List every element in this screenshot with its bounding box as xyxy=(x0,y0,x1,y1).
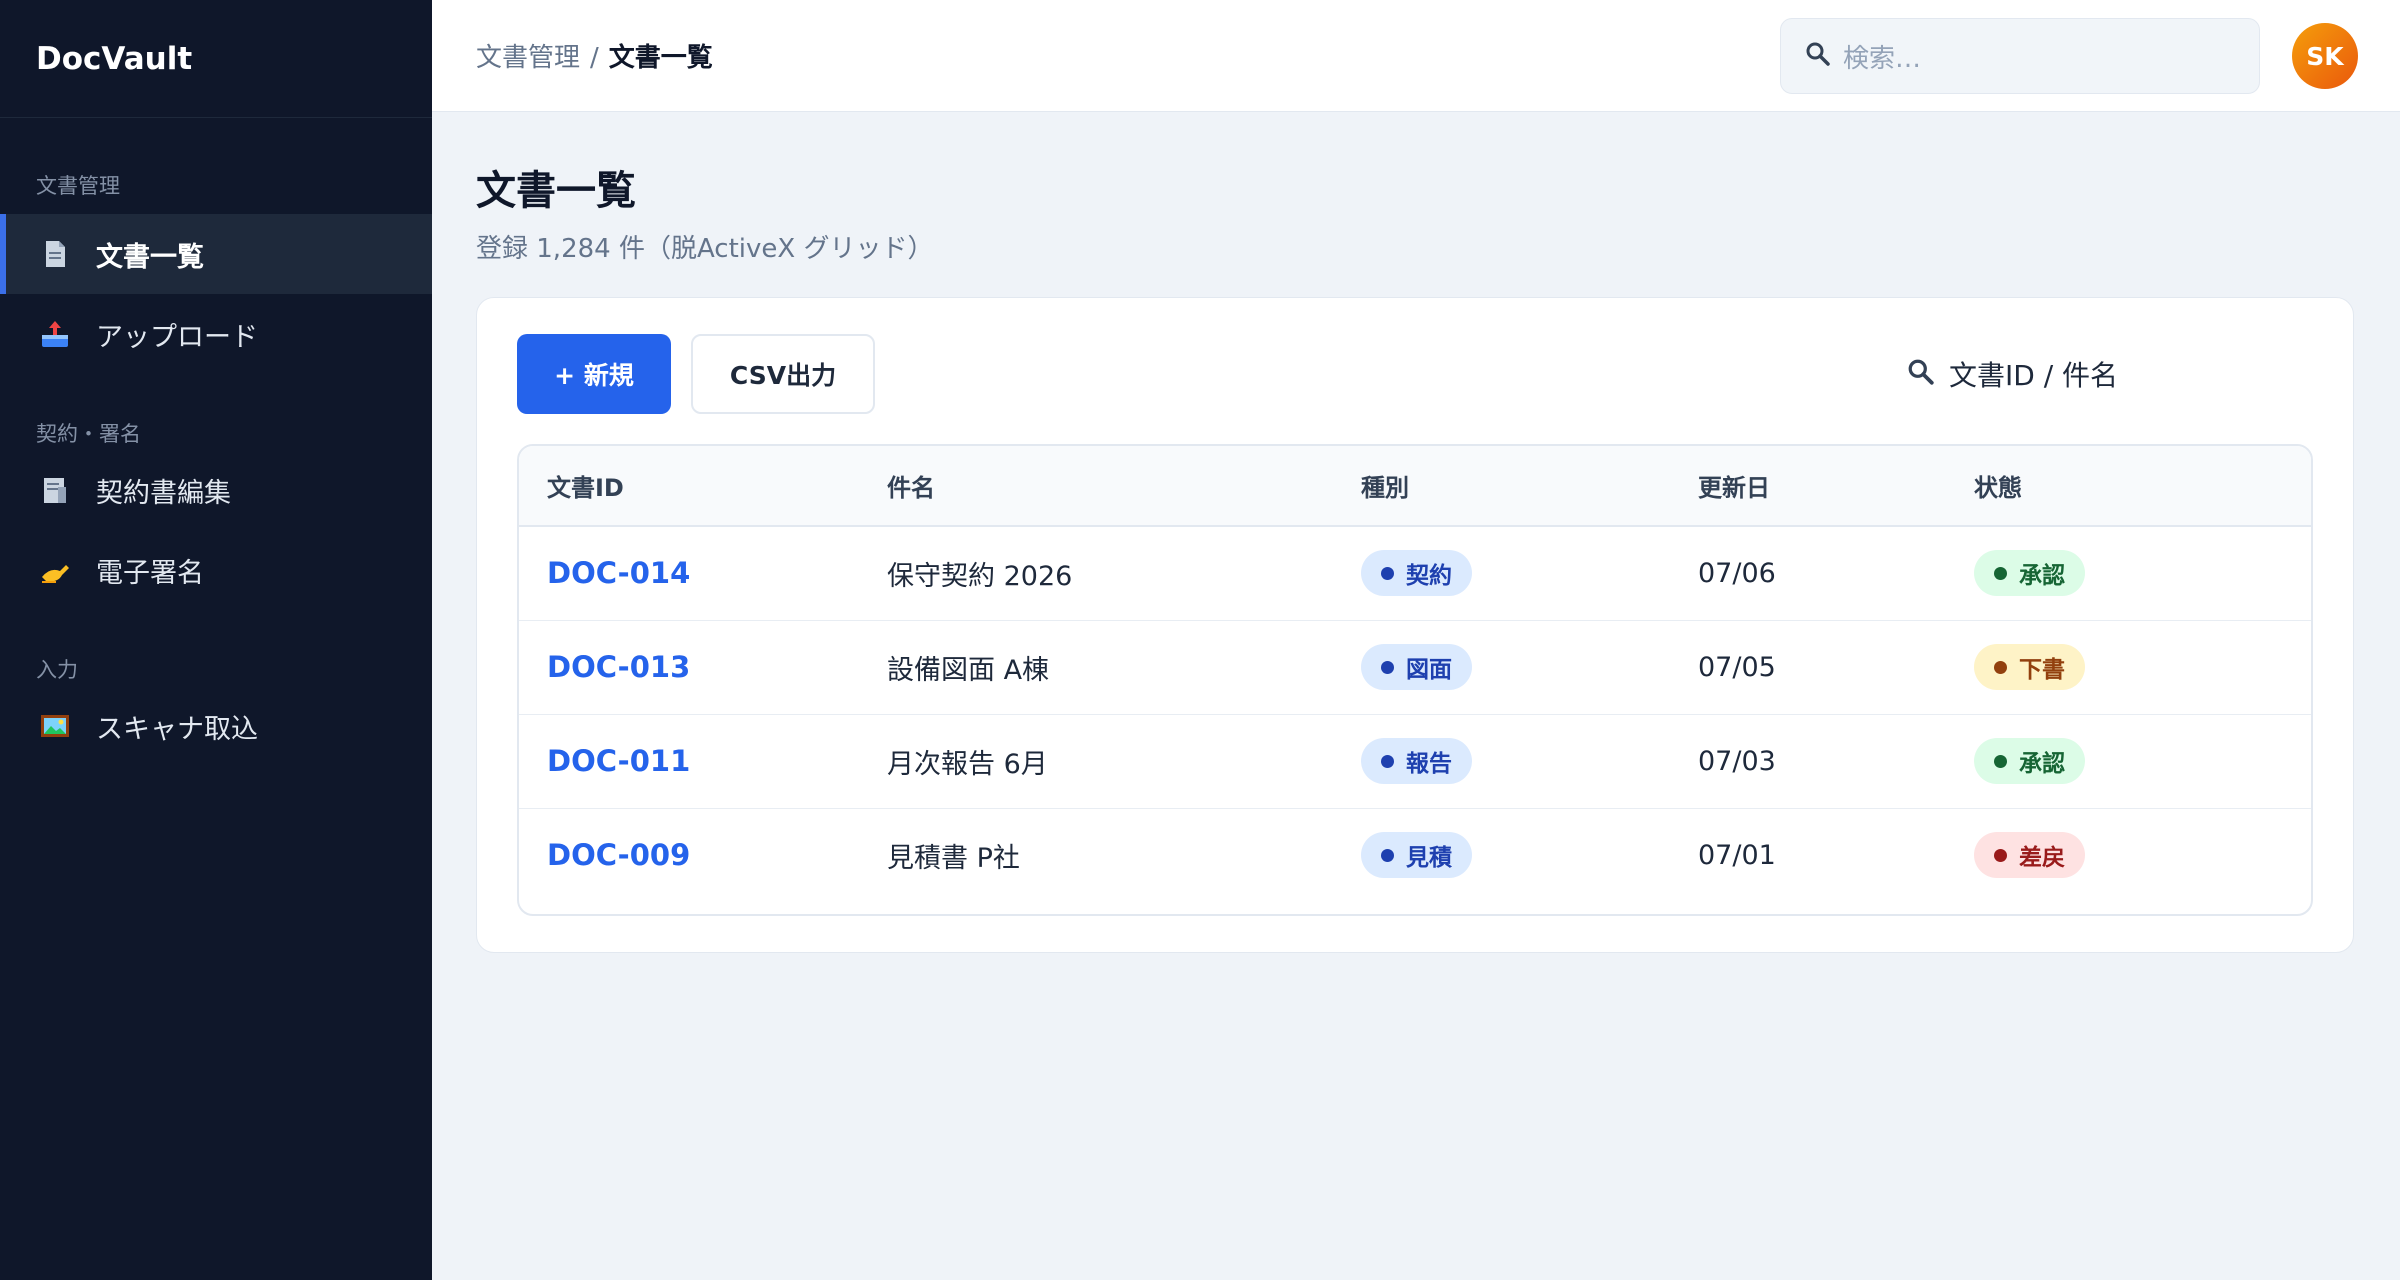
status-badge: 差戻 xyxy=(1974,832,2085,879)
updated-date: 07/06 xyxy=(1698,557,1776,589)
badge-dot xyxy=(1381,754,1394,768)
main-area: 文書管理 / 文書一覧 検索… SK 文書一覧 登録 1,284 件（脱Active… xyxy=(432,0,2400,1280)
status-badge: 下書 xyxy=(1974,644,2085,690)
type-badge-label: 図面 xyxy=(1406,657,1452,683)
table-row[interactable]: DOC-014 保守契約 2026 契約 07/06 承認 xyxy=(519,526,2311,620)
status-badge-label: 下書 xyxy=(2019,657,2065,683)
document-title: 月次報告 6月 xyxy=(887,748,1048,780)
type-badge: 契約 xyxy=(1361,550,1472,597)
type-badge: 報告 xyxy=(1361,738,1472,784)
sidebar-section-label: 文書管理 xyxy=(36,174,120,198)
document-id-link[interactable]: DOC-013 xyxy=(547,650,690,684)
badge-dot xyxy=(1381,566,1394,580)
document-title: 見積書 P社 xyxy=(887,842,1020,874)
csv-export-button[interactable]: CSV出力 xyxy=(691,334,875,414)
page-title: 文書一覧 xyxy=(476,168,636,214)
image-icon xyxy=(38,709,72,743)
table-row[interactable]: DOC-009 見積書 P社 見積 07/01 差戻 xyxy=(519,808,2311,902)
user-avatar[interactable]: SK xyxy=(2292,23,2358,89)
document-id-link[interactable]: DOC-011 xyxy=(547,744,690,778)
breadcrumb: 文書管理 / 文書一覧 xyxy=(476,37,713,74)
document-grid-card: + 新規 CSV出力 文書ID / 件名 文書ID 件名 種別 更新日 状態 D… xyxy=(476,297,2354,953)
sidebar-item-label: 文書一覧 xyxy=(96,241,204,273)
sidebar-section-label: 契約・署名 xyxy=(36,422,141,446)
status-badge-label: 承認 xyxy=(2019,563,2065,590)
column-header-id[interactable]: 文書ID xyxy=(519,446,887,527)
type-badge-label: 見積 xyxy=(1406,845,1452,872)
table-row[interactable]: DOC-011 月次報告 6月 報告 07/03 承認 xyxy=(519,714,2311,808)
status-badge: 承認 xyxy=(1974,738,2085,784)
column-header-date[interactable]: 更新日 xyxy=(1698,446,1974,527)
type-badge-label: 契約 xyxy=(1406,563,1452,590)
sidebar-item-document-list[interactable]: 文書一覧 xyxy=(0,214,432,294)
document-title: 設備図面 A棟 xyxy=(887,654,1050,686)
breadcrumb-parent-link[interactable]: 文書管理 xyxy=(476,43,580,73)
table-row[interactable]: DOC-013 設備図面 A棟 図面 07/05 下書 xyxy=(519,620,2311,714)
column-header-title[interactable]: 件名 xyxy=(887,446,1361,527)
status-badge-label: 差戻 xyxy=(2019,845,2065,872)
upload-tray-icon xyxy=(38,317,72,351)
breadcrumb-separator: / xyxy=(590,43,599,73)
document-icon xyxy=(38,237,72,271)
search-icon xyxy=(1805,41,1831,71)
status-badge: 承認 xyxy=(1974,550,2085,597)
search-placeholder: 検索… xyxy=(1843,43,1922,74)
badge-dot xyxy=(1381,660,1394,674)
document-id-link[interactable]: DOC-014 xyxy=(547,556,690,590)
updated-date: 07/05 xyxy=(1698,651,1776,683)
content-area: 文書一覧 登録 1,284 件（脱ActiveX グリッド） + 新規 CSV出… xyxy=(432,112,2400,1280)
topbar: 文書管理 / 文書一覧 検索… SK xyxy=(432,0,2400,112)
sidebar-section-label: 入力 xyxy=(36,658,78,682)
document-id-link[interactable]: DOC-009 xyxy=(547,838,690,872)
badge-dot xyxy=(1994,566,2007,580)
document-title: 保守契約 2026 xyxy=(887,560,1073,592)
sidebar-item-scanner-import[interactable]: スキャナ取込 xyxy=(0,686,432,766)
writing-hand-icon xyxy=(38,553,72,587)
sidebar: DocVault 文書管理 文書一覧 アップロード 契約・署名 契約書編集 電子… xyxy=(0,0,432,1280)
sidebar-item-label: 電子署名 xyxy=(96,557,204,589)
badge-dot xyxy=(1994,754,2007,768)
sidebar-item-label: アップロード xyxy=(96,321,258,353)
type-badge: 図面 xyxy=(1361,644,1472,690)
sidebar-item-label: スキャナ取込 xyxy=(96,713,258,745)
sidebar-item-upload[interactable]: アップロード xyxy=(0,294,432,374)
sidebar-item-label: 契約書編集 xyxy=(96,477,231,509)
grid-search-input[interactable]: 文書ID / 件名 xyxy=(1907,334,2307,414)
badge-dot xyxy=(1994,848,2007,862)
document-table: 文書ID 件名 種別 更新日 状態 DOC-014 保守契約 2026 契約 0… xyxy=(517,444,2313,916)
page-subtitle: 登録 1,284 件（脱ActiveX グリッド） xyxy=(476,234,934,264)
status-badge-label: 承認 xyxy=(2019,751,2065,777)
badge-dot xyxy=(1994,660,2007,674)
type-badge: 見積 xyxy=(1361,832,1472,879)
column-header-status[interactable]: 状態 xyxy=(1974,446,2311,527)
column-header-type[interactable]: 種別 xyxy=(1361,446,1698,527)
contract-edit-icon xyxy=(38,473,72,507)
table-header-row: 文書ID 件名 種別 更新日 状態 xyxy=(519,446,2311,527)
breadcrumb-current: 文書一覧 xyxy=(608,43,713,73)
updated-date: 07/03 xyxy=(1698,745,1776,777)
sidebar-item-contract-edit[interactable]: 契約書編集 xyxy=(0,450,432,530)
sidebar-item-e-signature[interactable]: 電子署名 xyxy=(0,530,432,610)
global-search-input[interactable]: 検索… xyxy=(1780,18,2260,94)
type-badge-label: 報告 xyxy=(1406,751,1452,777)
badge-dot xyxy=(1381,848,1394,862)
updated-date: 07/01 xyxy=(1698,839,1776,871)
search-icon xyxy=(1907,358,1935,390)
new-document-button[interactable]: + 新規 xyxy=(517,334,671,414)
app-root: DocVault 文書管理 文書一覧 アップロード 契約・署名 契約書編集 電子… xyxy=(0,0,2400,1280)
grid-search-placeholder: 文書ID / 件名 xyxy=(1949,359,2119,392)
app-logo: DocVault xyxy=(0,0,432,118)
